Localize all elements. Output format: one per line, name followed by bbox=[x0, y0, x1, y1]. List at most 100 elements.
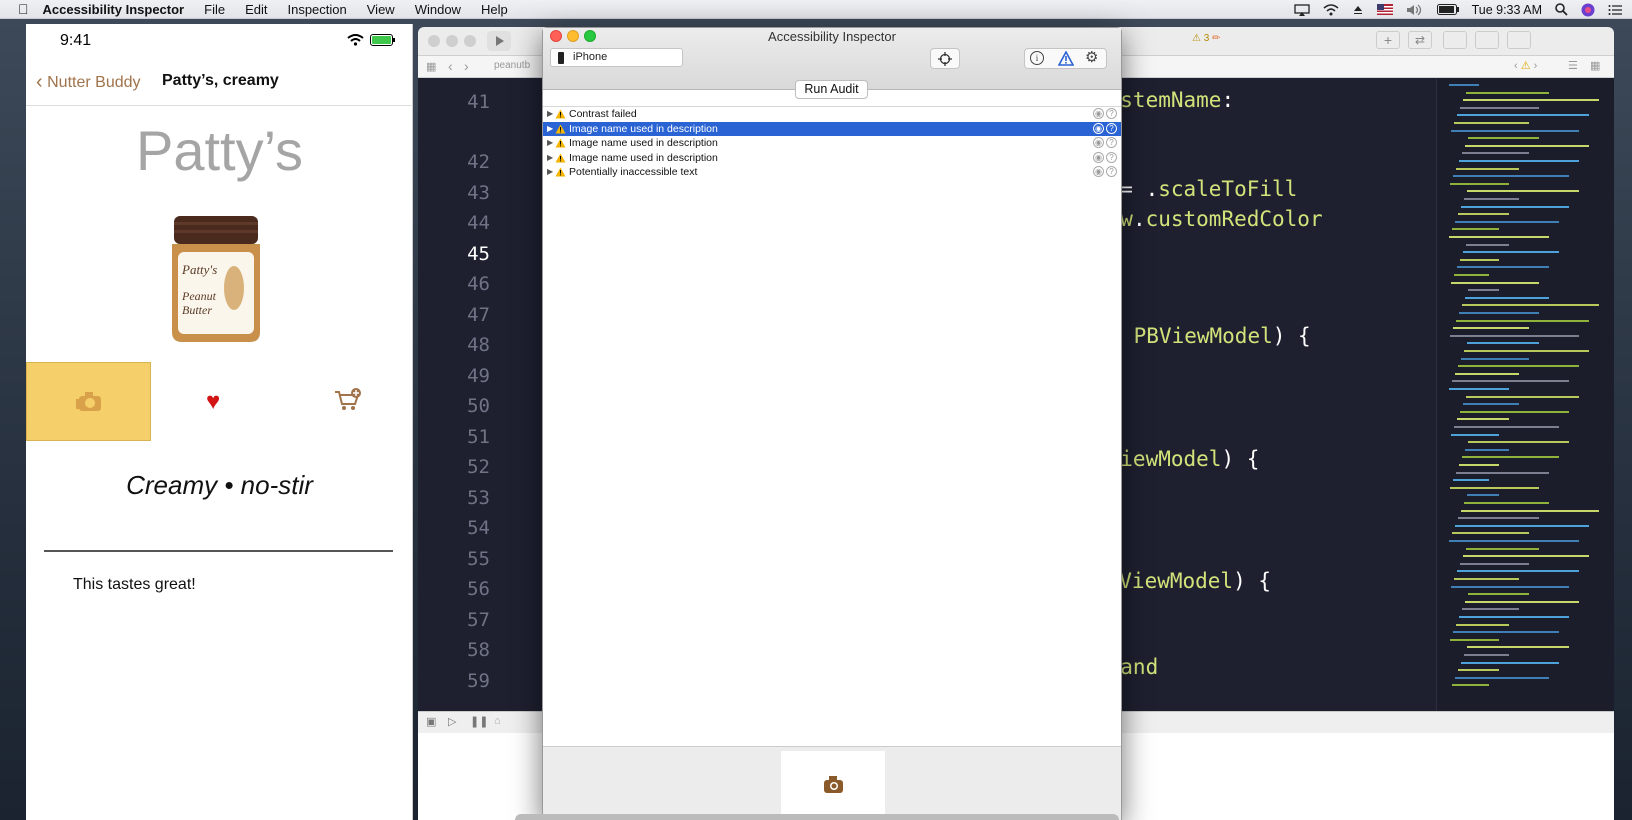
audit-warning-icon[interactable] bbox=[1058, 51, 1074, 66]
minimap[interactable] bbox=[1436, 78, 1614, 711]
show-element-eye-icon[interactable]: ◉ bbox=[1093, 166, 1104, 177]
jar-label-line-3: Butter bbox=[182, 303, 212, 317]
code-review-icon[interactable]: ⇄ bbox=[1408, 31, 1432, 49]
notification-center-icon[interactable] bbox=[1608, 4, 1622, 16]
phone-wifi-icon bbox=[347, 34, 364, 46]
forward-arrow-icon[interactable]: › bbox=[464, 58, 469, 74]
editor-options-icon[interactable]: ☰ bbox=[1568, 59, 1578, 72]
minimap-line bbox=[1455, 524, 1589, 527]
audit-item[interactable]: ▶ Image name used in description ◉? bbox=[543, 121, 1121, 137]
warning-count: 3 bbox=[1203, 33, 1210, 44]
accessibility-inspector-window: Accessibility Inspector iPhone i ⚙ Run A… bbox=[542, 27, 1122, 820]
help-question-icon[interactable]: ? bbox=[1106, 166, 1117, 177]
spotlight-search-icon[interactable] bbox=[1555, 3, 1568, 16]
audit-item[interactable]: ▶ Image name used in description ◉? bbox=[543, 136, 1121, 151]
show-element-eye-icon[interactable]: ◉ bbox=[1093, 108, 1104, 119]
breakpoints-icon[interactable]: ▷ bbox=[448, 715, 456, 728]
audit-item[interactable]: ▶ Contrast failed ◉? bbox=[543, 107, 1121, 122]
back-arrow-icon[interactable]: ‹ bbox=[448, 58, 453, 74]
minimap-line bbox=[1461, 205, 1569, 208]
warning-badge[interactable]: ⚠ 3 ✏ bbox=[1192, 33, 1220, 44]
menu-app-name[interactable]: Accessibility Inspector bbox=[43, 2, 185, 17]
code-line: PBViewModel) { bbox=[1133, 324, 1311, 348]
wifi-icon[interactable] bbox=[1323, 3, 1339, 16]
menu-clock[interactable]: Tue 9:33 AM bbox=[1472, 3, 1542, 17]
disclosure-triangle-icon[interactable]: ▶ bbox=[547, 151, 553, 166]
grid-icon[interactable]: ▦ bbox=[426, 60, 436, 73]
add-editor-icon[interactable]: ▦ bbox=[1590, 59, 1600, 72]
add-library-icon[interactable]: + bbox=[1376, 31, 1400, 49]
disclosure-triangle-icon[interactable]: ▶ bbox=[547, 107, 553, 122]
minimap-line bbox=[1454, 426, 1559, 428]
minimap-line bbox=[1462, 152, 1529, 155]
hide-debug-area-icon[interactable]: ▣ bbox=[426, 715, 436, 728]
review-text: This tastes great! bbox=[73, 576, 196, 593]
camera-button[interactable] bbox=[26, 362, 151, 441]
point-inspection-button[interactable] bbox=[930, 48, 960, 69]
flag-icon[interactable] bbox=[1376, 4, 1393, 15]
xcode-minimize-button[interactable] bbox=[446, 35, 458, 47]
minimap-line bbox=[1467, 342, 1539, 345]
audit-item[interactable]: ▶ Image name used in description ◉? bbox=[543, 151, 1121, 166]
help-question-icon[interactable]: ? bbox=[1106, 122, 1117, 134]
run-audit-button[interactable]: Run Audit bbox=[795, 80, 868, 99]
minimap-line bbox=[1455, 372, 1519, 375]
menu-help[interactable]: Help bbox=[481, 2, 508, 17]
show-element-eye-icon[interactable]: ◉ bbox=[1093, 151, 1104, 163]
disclosure-triangle-icon[interactable]: ▶ bbox=[547, 136, 553, 151]
menu-view[interactable]: View bbox=[367, 2, 395, 17]
airplay-icon[interactable] bbox=[1293, 3, 1310, 16]
siri-icon[interactable] bbox=[1581, 3, 1595, 17]
minimap-line bbox=[1459, 160, 1579, 162]
brand-title: Patty’s bbox=[135, 119, 304, 182]
xcode-close-button[interactable] bbox=[428, 35, 440, 47]
line-number: 55 bbox=[467, 548, 490, 570]
minimap-line bbox=[1457, 570, 1579, 573]
help-question-icon[interactable]: ? bbox=[1106, 151, 1117, 163]
code-line: iew.customRedColor bbox=[1095, 207, 1323, 231]
debug-area-toggle-icon[interactable] bbox=[1475, 31, 1499, 49]
audit-item[interactable]: ▶ Potentially inaccessible text ◉? bbox=[543, 165, 1121, 180]
disclosure-triangle-icon[interactable]: ▶ bbox=[547, 165, 553, 180]
minimap-line bbox=[1449, 84, 1479, 86]
menu-file[interactable]: File bbox=[204, 2, 225, 17]
help-question-icon[interactable]: ? bbox=[1106, 108, 1117, 119]
volume-icon[interactable] bbox=[1406, 4, 1424, 16]
audit-item-label: Image name used in description bbox=[569, 151, 718, 164]
disclosure-triangle-icon[interactable]: ▶ bbox=[547, 122, 553, 137]
minimap-line bbox=[1457, 418, 1509, 421]
menu-edit[interactable]: Edit bbox=[245, 2, 267, 17]
step-over-icon[interactable]: ⌂ bbox=[494, 715, 501, 727]
apple-icon[interactable]:  bbox=[18, 1, 29, 17]
minimap-line bbox=[1461, 661, 1559, 664]
jump-bar-path[interactable]: peanutb bbox=[494, 60, 530, 71]
line-number: 45 bbox=[467, 243, 490, 265]
minimap-line bbox=[1452, 380, 1569, 383]
warning-icon bbox=[555, 138, 566, 148]
settings-gear-icon[interactable]: ⚙ bbox=[1085, 48, 1098, 66]
eject-icon[interactable] bbox=[1352, 4, 1364, 16]
product-description: Creamy • no-stir bbox=[126, 470, 313, 500]
inspector-toggle-icon[interactable] bbox=[1507, 31, 1531, 49]
battery-icon[interactable] bbox=[1436, 4, 1459, 15]
pause-icon[interactable]: ❚❚ bbox=[470, 715, 488, 728]
xcode-zoom-button[interactable] bbox=[464, 35, 476, 47]
menu-inspection[interactable]: Inspection bbox=[287, 2, 346, 17]
menu-window[interactable]: Window bbox=[415, 2, 461, 17]
issue-nav-icon[interactable]: ‹ ⚠ › bbox=[1514, 59, 1537, 72]
info-icon[interactable]: i bbox=[1030, 51, 1044, 65]
run-icon[interactable] bbox=[487, 31, 511, 51]
minimap-line bbox=[1453, 327, 1529, 330]
add-to-cart-icon[interactable] bbox=[334, 388, 362, 412]
minimap-line bbox=[1465, 448, 1509, 451]
help-question-icon[interactable]: ? bbox=[1106, 137, 1117, 148]
minimap-line bbox=[1468, 441, 1569, 444]
target-device-selector[interactable]: iPhone bbox=[550, 48, 683, 67]
back-button[interactable]: ‹ Nutter Buddy bbox=[36, 71, 141, 94]
favorite-heart-icon[interactable]: ♥ bbox=[206, 388, 220, 416]
audit-item-actions: ◉? bbox=[1093, 151, 1117, 163]
navigator-toggle-icon[interactable] bbox=[1443, 31, 1467, 49]
minimap-line bbox=[1465, 144, 1589, 147]
show-element-eye-icon[interactable]: ◉ bbox=[1093, 122, 1104, 134]
show-element-eye-icon[interactable]: ◉ bbox=[1093, 137, 1104, 148]
